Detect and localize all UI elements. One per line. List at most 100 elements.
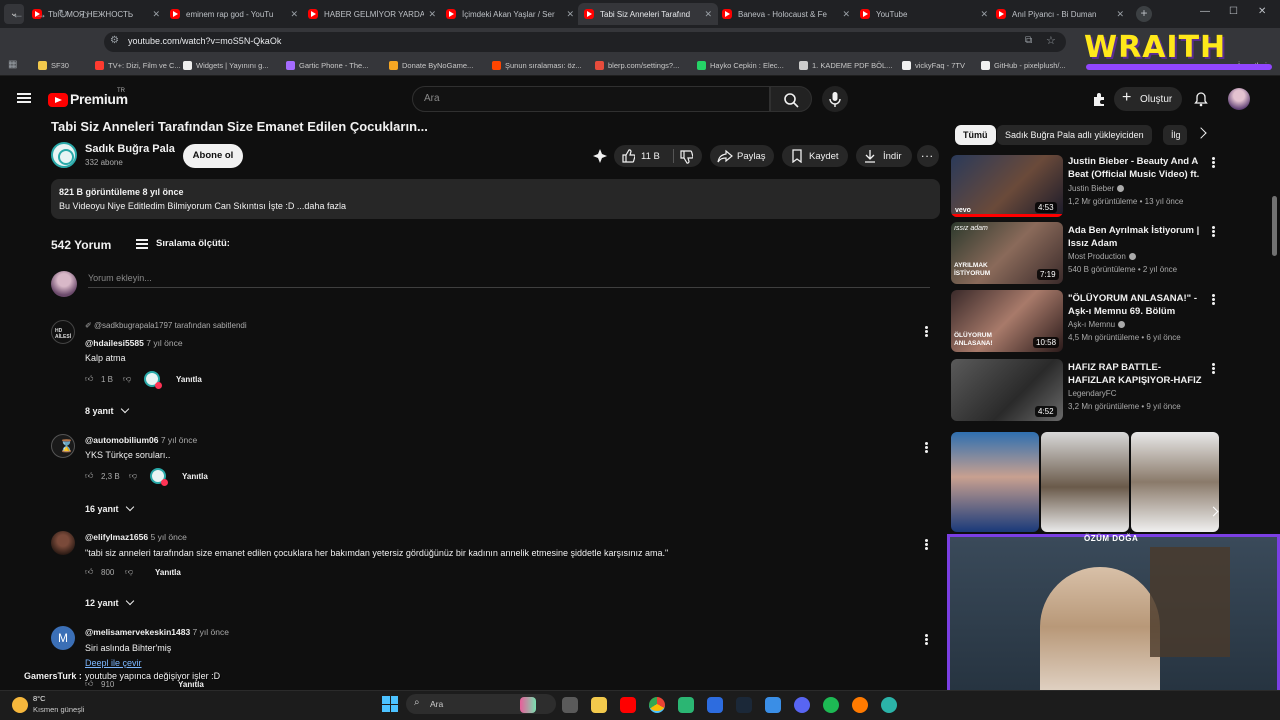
chip-uploader[interactable]: Sadık Buğra Pala adlı yükleyiciden: [997, 125, 1152, 145]
comment-menu-icon[interactable]: [925, 539, 928, 542]
shorts-thumbnail[interactable]: [1131, 432, 1219, 532]
chips-next-icon[interactable]: [1195, 127, 1207, 139]
bookmark-item[interactable]: blerp.com/settings?...: [595, 61, 679, 70]
comment-author[interactable]: @automobilium06 7 yıl önce: [85, 435, 197, 445]
add-comment-input[interactable]: Yorum ekleyin...: [88, 273, 152, 283]
tab-close-icon[interactable]: ✕: [566, 9, 574, 20]
rec-menu-icon[interactable]: [1212, 363, 1215, 366]
voice-search-button[interactable]: [822, 86, 848, 112]
new-tab-button[interactable]: +: [1136, 6, 1152, 22]
comment-author[interactable]: @hdailesi5585 7 yıl önce: [85, 338, 183, 348]
video-thumbnail[interactable]: ıssız adam AYRILMAK İSTİYORUM 7:19: [951, 222, 1063, 284]
channel-name[interactable]: Sadık Buğra Pala: [85, 143, 175, 155]
rec-channel[interactable]: LegendaryFC: [1068, 389, 1116, 398]
bookmark-item[interactable]: 1. KADEME PDF BÖL...: [799, 61, 892, 70]
like-count[interactable]: 11 B: [641, 151, 660, 162]
commenter-avatar[interactable]: HD AİLESİ: [51, 320, 75, 344]
bookmark-item[interactable]: Widgets | Yayınını g...: [183, 61, 269, 70]
comment-author[interactable]: @melisamervekeskin1483 7 yıl önce: [85, 627, 229, 637]
shorts-thumbnail[interactable]: [1041, 432, 1129, 532]
commenter-avatar[interactable]: M: [51, 626, 75, 650]
video-thumbnail[interactable]: ÖLÜYORUM ANLASANA! 10:58: [951, 290, 1063, 352]
subscribe-button[interactable]: Abone ol: [183, 144, 243, 168]
replies-toggle[interactable]: 8 yanıt: [85, 404, 129, 416]
reply-button[interactable]: Yanıtla: [176, 375, 202, 384]
menu-icon[interactable]: [17, 93, 31, 95]
forward-icon[interactable]: →: [35, 7, 47, 21]
chip-related[interactable]: İlg: [1163, 125, 1187, 145]
sort-icon[interactable]: [136, 239, 148, 241]
search-input[interactable]: [412, 86, 770, 112]
weather-desc[interactable]: Kısmen güneşli: [33, 705, 84, 714]
save-button[interactable]: Kaydet: [782, 145, 848, 167]
rec-video-title[interactable]: Ada Ben Ayrılmak İstiyorum | Issız Adam: [1068, 224, 1206, 250]
sparkle-icon[interactable]: [592, 149, 608, 163]
notifications-bell-icon[interactable]: [1193, 91, 1209, 107]
comment-menu-icon[interactable]: [925, 442, 928, 445]
reload-icon[interactable]: ↻: [58, 7, 68, 21]
file-explorer-icon[interactable]: [591, 697, 607, 713]
sort-button[interactable]: Sıralama ölçütü:: [156, 238, 230, 249]
more-actions-button[interactable]: ...: [917, 145, 939, 167]
minimize-icon[interactable]: —: [1200, 6, 1210, 17]
tab-close-icon[interactable]: ✕: [1116, 9, 1124, 20]
chrome-icon[interactable]: [649, 697, 665, 713]
discord-icon[interactable]: [794, 697, 810, 713]
page-scrollbar[interactable]: [1272, 196, 1277, 256]
cast-icon[interactable]: ⧉: [1025, 35, 1032, 46]
bookmark-star-icon[interactable]: ☆: [1046, 34, 1056, 47]
apps-icon[interactable]: ▦: [8, 59, 17, 70]
youtube-app-icon[interactable]: [620, 697, 636, 713]
bookmark-item[interactable]: TV+: Dizi, Film ve C...: [95, 61, 181, 70]
bookmark-item[interactable]: SF30: [38, 61, 69, 70]
comment-like-button[interactable]: 👍︎: [85, 567, 93, 577]
back-icon[interactable]: ←: [12, 7, 24, 21]
tab-close-icon[interactable]: ✕: [842, 9, 850, 20]
like-icon[interactable]: [621, 149, 635, 163]
bookmark-item[interactable]: Gartic Phone - The...: [286, 61, 368, 70]
app-icon-orange[interactable]: [852, 697, 868, 713]
rec-menu-icon[interactable]: [1212, 157, 1215, 160]
comment-like-button[interactable]: 👍︎: [85, 374, 93, 384]
reply-button[interactable]: Yanıtla: [178, 680, 204, 689]
youtube-logo-icon[interactable]: [48, 93, 68, 107]
bookmark-item[interactable]: Şunun sıralaması: öz...: [492, 61, 582, 70]
tab-close-icon[interactable]: ✕: [704, 9, 712, 20]
commenter-avatar[interactable]: [51, 531, 75, 555]
download-button[interactable]: İndir: [856, 145, 912, 167]
reply-button[interactable]: Yanıtla: [155, 568, 181, 577]
site-info-icon[interactable]: ⚙: [110, 35, 119, 46]
pen-app-icon[interactable]: [707, 697, 723, 713]
rec-video-title[interactable]: "ÖLÜYORUM ANLASANA!" - Aşk-ı Memnu 69. B…: [1068, 292, 1206, 318]
comment-menu-icon[interactable]: [925, 634, 928, 637]
browser-tab[interactable]: Tabi Siz Anneleri Tarafınd ✕: [578, 3, 718, 25]
tab-close-icon[interactable]: ✕: [152, 9, 160, 20]
translate-link[interactable]: Deepl ile çevir: [85, 658, 142, 668]
share-button[interactable]: Paylaş: [710, 145, 774, 167]
start-icon[interactable]: [382, 696, 398, 712]
browser-tab[interactable]: YouTube ✕: [854, 3, 994, 25]
comment-dislike-button[interactable]: 👎︎: [129, 471, 137, 481]
rec-channel[interactable]: Justin Bieber: [1068, 184, 1125, 193]
channel-avatar[interactable]: [51, 142, 77, 168]
browser-tab[interactable]: HABER GELMİYOR YARDA ✕: [302, 3, 442, 25]
close-window-icon[interactable]: ✕: [1258, 6, 1266, 17]
steam-icon[interactable]: [736, 697, 752, 713]
commenter-avatar[interactable]: ⌛: [51, 434, 75, 458]
shorts-thumbnail[interactable]: [951, 432, 1039, 532]
tab-close-icon[interactable]: ✕: [290, 9, 298, 20]
account-avatar[interactable]: [1228, 88, 1250, 110]
browser-tab[interactable]: Baneva - Holocaust & Fe ✕: [716, 3, 856, 25]
comment-dislike-button[interactable]: 👎︎: [123, 374, 131, 384]
browser-tab[interactable]: İçimdeki Akan Yaşlar / Ser ✕: [440, 3, 580, 25]
rec-video-title[interactable]: Justin Bieber - Beauty And A Beat (Offic…: [1068, 155, 1206, 181]
comment-like-button[interactable]: 👍︎: [85, 471, 93, 481]
browser-tab[interactable]: eminem rap god - YouTu ✕: [164, 3, 304, 25]
bookmark-item[interactable]: Donate ByNoGame...: [389, 61, 473, 70]
chip-all[interactable]: Tümü: [955, 125, 996, 145]
browser-tab[interactable]: Anıl Piyancı - Bi Duman ✕: [990, 3, 1130, 25]
comment-menu-icon[interactable]: [925, 326, 928, 329]
replies-toggle[interactable]: 12 yanıt: [85, 596, 134, 608]
rec-video-title[interactable]: HAFIZ RAP BATTLE-HAFIZLAR KAPIŞIYOR-HAFI…: [1068, 361, 1206, 387]
replies-toggle[interactable]: 16 yanıt: [85, 502, 134, 514]
